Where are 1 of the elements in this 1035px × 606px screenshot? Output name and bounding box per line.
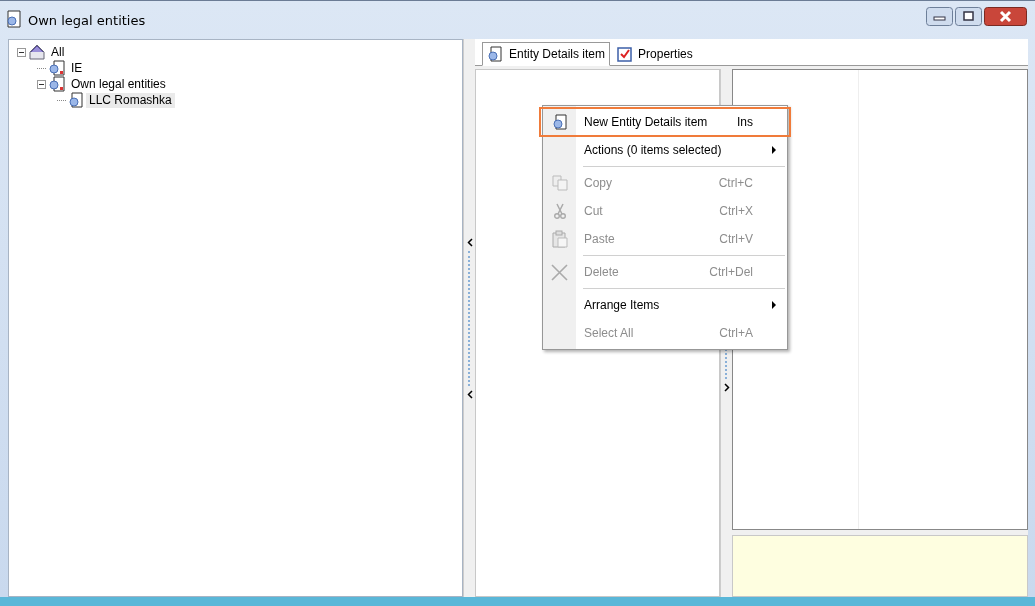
window-title: Own legal entities — [28, 12, 146, 28]
